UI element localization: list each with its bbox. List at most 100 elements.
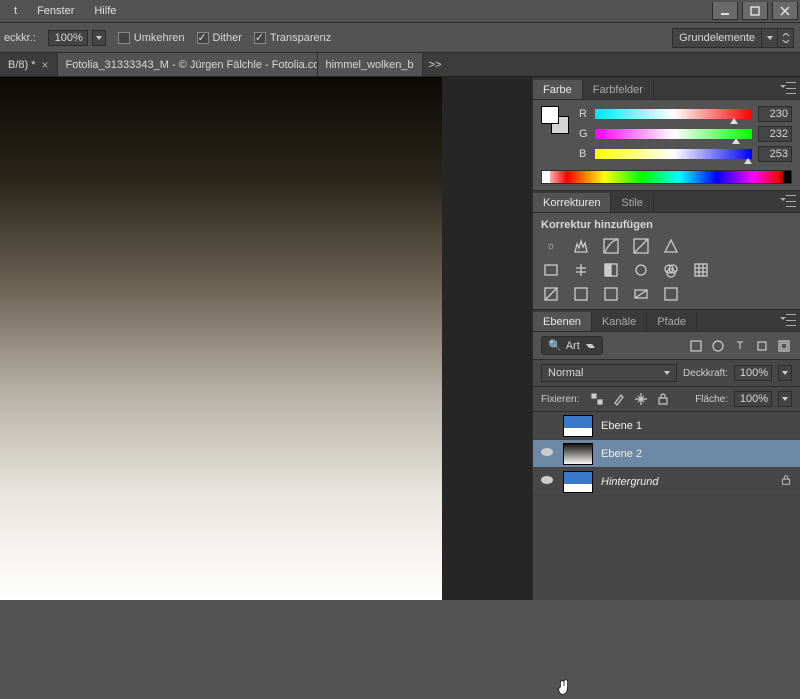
layer-name[interactable]: Ebene 1 (601, 420, 794, 432)
r-slider[interactable] (595, 109, 752, 119)
layer-thumbnail[interactable] (563, 471, 593, 493)
reverse-checkbox[interactable] (118, 32, 130, 44)
workspace-preset-label: Grundelemente (673, 32, 761, 44)
bw-icon[interactable] (601, 261, 621, 279)
fg-bg-color-swatch[interactable] (541, 106, 569, 134)
lock-pixels-icon[interactable] (611, 391, 627, 407)
selective-color-icon[interactable] (661, 285, 681, 303)
dither-checkbox[interactable] (197, 32, 209, 44)
menu-item-cut[interactable]: t (4, 1, 27, 21)
tab-layers[interactable]: Ebenen (533, 312, 592, 331)
tab-adjustments[interactable]: Korrekturen (533, 193, 611, 212)
r-value[interactable]: 230 (758, 106, 792, 122)
chevron-down-icon[interactable] (761, 29, 777, 47)
opacity-label: eckkr.: (4, 32, 36, 44)
document-tab-2[interactable]: Fotolia_31333343_M - © Jürgen Fälchle - … (58, 53, 318, 76)
tab-channels[interactable]: Kanäle (592, 312, 647, 331)
posterize-icon[interactable] (571, 285, 591, 303)
opacity-dropdown-arrow[interactable] (92, 30, 106, 46)
workspace-preset-dropdown[interactable]: Grundelemente (672, 28, 794, 48)
curves-icon[interactable] (601, 237, 621, 255)
dither-option[interactable]: Dither (197, 32, 242, 44)
photo-filter-icon[interactable] (631, 261, 651, 279)
document-tab-2-label: Fotolia_31333343_M - © Jürgen Fälchle - … (66, 59, 318, 71)
add-adjustment-label: Korrektur hinzufügen (541, 219, 792, 231)
reverse-label: Umkehren (134, 32, 185, 44)
document-tab-1[interactable]: B/8) * × (0, 53, 58, 76)
layer-thumbnail[interactable] (563, 443, 593, 465)
layer-opacity-arrow[interactable] (778, 365, 792, 381)
color-ramp[interactable] (541, 170, 792, 184)
layer-name[interactable]: Hintergrund (601, 476, 772, 488)
tab-overflow-button[interactable]: >> (423, 53, 448, 76)
tab-paths[interactable]: Pfade (647, 312, 697, 331)
brightness-icon[interactable]: ☼ (541, 237, 561, 255)
blend-mode-dropdown[interactable]: Normal (541, 364, 677, 382)
b-slider[interactable] (595, 149, 752, 159)
menu-help[interactable]: Hilfe (84, 1, 126, 21)
b-value[interactable]: 253 (758, 146, 792, 162)
opacity-field[interactable]: 100% (48, 30, 88, 46)
transparency-checkbox[interactable] (254, 32, 266, 44)
menu-window[interactable]: Fenster (27, 1, 84, 21)
threshold-icon[interactable] (601, 285, 621, 303)
tab-color[interactable]: Farbe (533, 80, 583, 99)
lookup-icon[interactable] (691, 261, 711, 279)
layer-row[interactable]: Hintergrund (533, 468, 800, 496)
g-label: G (579, 128, 589, 140)
vibrance-icon[interactable] (661, 237, 681, 255)
visibility-toggle[interactable] (539, 473, 555, 490)
b-label: B (579, 148, 589, 160)
panel-menu-icon[interactable] (782, 82, 796, 94)
dither-label: Dither (213, 32, 242, 44)
layer-kind-label: Art (566, 340, 580, 352)
filter-type-icon[interactable]: T (732, 338, 748, 354)
levels-icon[interactable] (571, 237, 591, 255)
reverse-option[interactable]: Umkehren (118, 32, 185, 44)
gradient-map-icon[interactable] (631, 285, 651, 303)
tab-styles[interactable]: Stile (611, 193, 653, 212)
fill-label: Fläche: (695, 394, 728, 405)
r-label: R (579, 108, 589, 120)
visibility-toggle[interactable] (539, 445, 555, 462)
color-balance-icon[interactable] (571, 261, 591, 279)
lock-all-icon[interactable] (655, 391, 671, 407)
foreground-color-swatch[interactable] (541, 106, 559, 124)
close-icon[interactable]: × (42, 58, 49, 72)
layer-opacity-field[interactable]: 100% (734, 365, 772, 381)
exposure-icon[interactable] (631, 237, 651, 255)
transparency-option[interactable]: Transparenz (254, 32, 331, 44)
window-close-button[interactable] (772, 2, 798, 20)
fill-opacity-arrow[interactable] (778, 391, 792, 407)
layer-filter-kind-dropdown[interactable]: 🔍 Art (541, 336, 603, 355)
window-minimize-button[interactable] (712, 2, 738, 20)
layer-thumbnail[interactable] (563, 415, 593, 437)
lock-icon (780, 474, 794, 489)
window-maximize-button[interactable] (742, 2, 768, 20)
lock-label: Fixieren: (541, 394, 579, 405)
invert-icon[interactable] (541, 285, 561, 303)
g-slider[interactable] (595, 129, 752, 139)
layer-row[interactable]: Ebene 1 (533, 412, 800, 440)
document-tab-3-label: himmel_wolken_b (326, 59, 414, 71)
hue-sat-icon[interactable] (541, 261, 561, 279)
panel-menu-icon[interactable] (782, 195, 796, 207)
layer-row[interactable]: Ebene 2 (533, 440, 800, 468)
double-chevron-icon[interactable] (777, 29, 793, 47)
filter-smart-icon[interactable] (776, 338, 792, 354)
lock-transparent-icon[interactable] (589, 391, 605, 407)
filter-pixel-icon[interactable] (688, 338, 704, 354)
search-icon: 🔍 (548, 339, 562, 352)
layer-name[interactable]: Ebene 2 (601, 448, 794, 460)
filter-shape-icon[interactable] (754, 338, 770, 354)
lock-position-icon[interactable] (633, 391, 649, 407)
canvas-area[interactable] (0, 77, 532, 600)
channel-mixer-icon[interactable] (661, 261, 681, 279)
tab-swatches[interactable]: Farbfelder (583, 80, 654, 99)
g-value[interactable]: 232 (758, 126, 792, 142)
fill-opacity-field[interactable]: 100% (734, 391, 772, 407)
document-tab-3[interactable]: himmel_wolken_b (318, 53, 423, 76)
opacity-label: Deckkraft: (683, 368, 728, 379)
panel-menu-icon[interactable] (782, 314, 796, 326)
filter-adjustment-icon[interactable] (710, 338, 726, 354)
